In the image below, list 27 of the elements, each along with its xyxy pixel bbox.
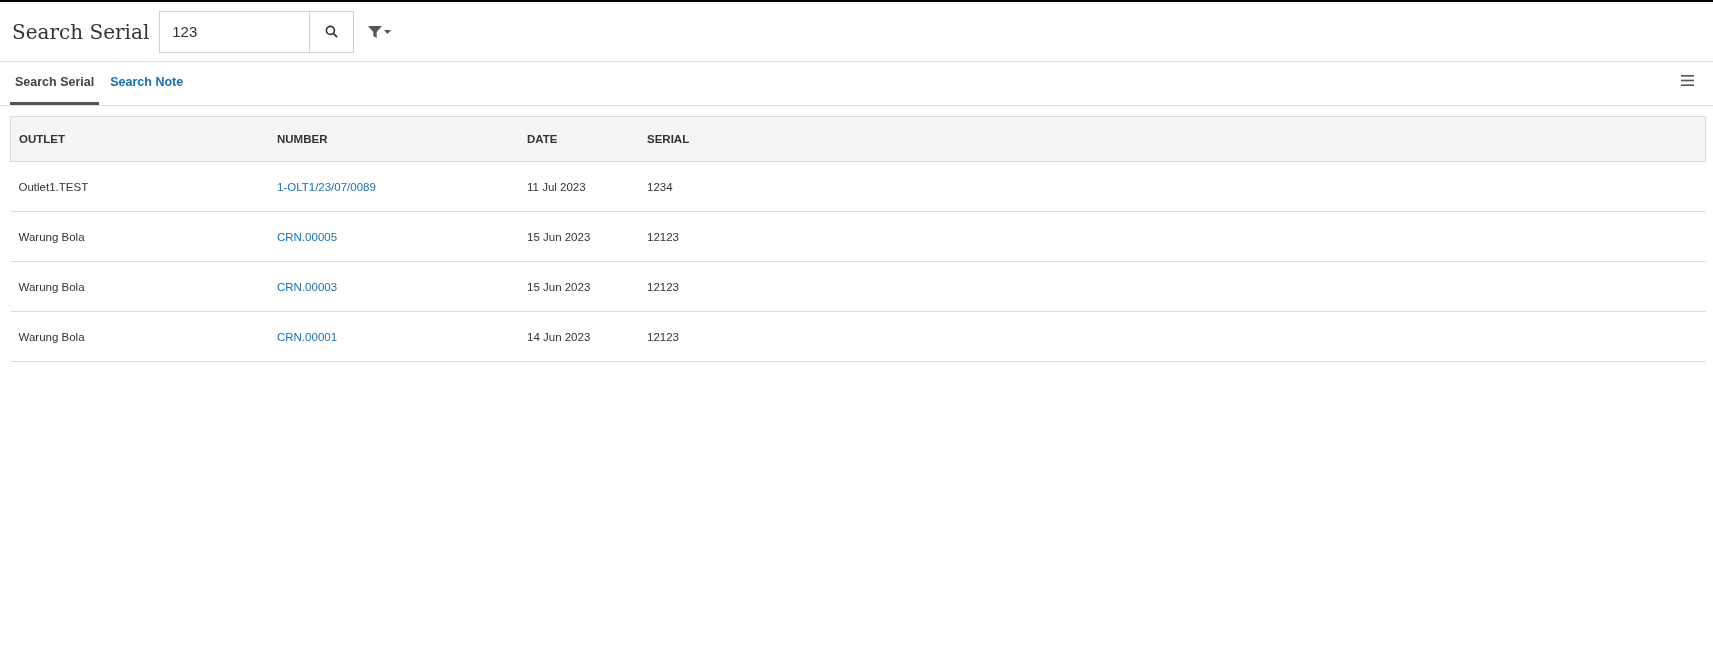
table-cell: Warung Bola [10, 311, 269, 362]
table-cell: 11 Jul 2023 [519, 161, 639, 212]
column-header: NUMBER [269, 116, 519, 162]
table-cell: 12123 [639, 261, 1706, 312]
table-cell: Warung Bola [10, 261, 269, 312]
table-cell: 15 Jun 2023 [519, 211, 639, 262]
search-field[interactable]: 123 [159, 10, 310, 53]
tab[interactable]: Search Note [105, 62, 189, 105]
column-header: OUTLET [10, 116, 269, 162]
table-cell: 12123 [639, 211, 1706, 262]
table-cell: 1234 [639, 161, 1706, 212]
tab[interactable]: Search Serial [10, 62, 100, 105]
search-button[interactable] [309, 10, 355, 53]
table-cell: 12123 [639, 311, 1706, 362]
search-icon [325, 25, 339, 38]
table-cell: 14 Jun 2023 [519, 311, 639, 362]
number-link[interactable]: CRN.00005 [277, 230, 338, 243]
column-header: SERIAL [639, 116, 1706, 162]
table-cell: Outlet1.TEST [10, 161, 269, 212]
number-link[interactable]: 1-OLT1/23/07/0089 [277, 180, 376, 193]
table-cell: 15 Jun 2023 [519, 261, 639, 312]
number-link[interactable]: CRN.00001 [277, 330, 338, 343]
table-cell: Warung Bola [10, 211, 269, 262]
filter-icon [368, 24, 393, 39]
page-title: Search Serial [12, 19, 150, 44]
column-header: DATE [519, 116, 639, 162]
number-link[interactable]: CRN.00003 [277, 280, 338, 293]
